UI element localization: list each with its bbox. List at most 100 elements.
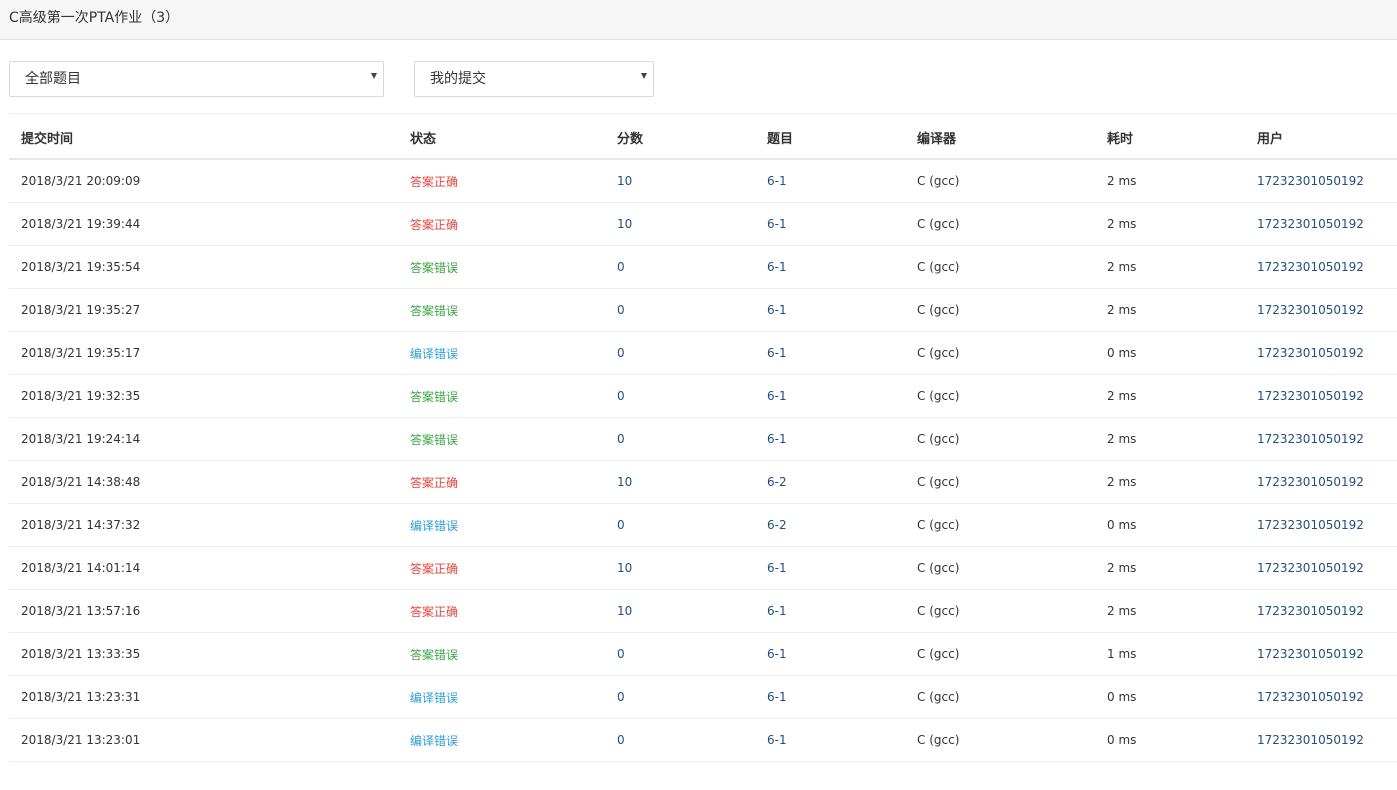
- table-row: 2018/3/21 19:35:54 答案错误 0 6-1 C (gcc) 2 ms 172…: [9, 246, 1397, 289]
- score-link[interactable]: 0: [617, 246, 625, 288]
- table-row: 2018/3/21 14:38:48 答案正确 10 6-2 C (gcc) 2 ms 17…: [9, 461, 1397, 504]
- problem-link[interactable]: 6-1: [767, 203, 787, 245]
- problem-link[interactable]: 6-2: [767, 461, 787, 503]
- table-row: 2018/3/21 19:35:17 编译错误 0 6-1 C (gcc) 0 ms 172…: [9, 332, 1397, 375]
- compiler-label: C (gcc): [917, 561, 960, 575]
- problem-link[interactable]: 6-2: [767, 504, 787, 546]
- elapsed-time: 1 ms: [1107, 647, 1137, 661]
- user-link[interactable]: 17232301050192: [1257, 719, 1364, 761]
- submission-time: 2018/3/21 19:24:14: [21, 432, 141, 446]
- status-badge[interactable]: 答案正确: [410, 203, 458, 245]
- header-problem: 题目: [767, 131, 794, 147]
- elapsed-time: 2 ms: [1107, 303, 1137, 317]
- score-link[interactable]: 0: [617, 719, 625, 761]
- compiler-label: C (gcc): [917, 604, 960, 618]
- compiler-label: C (gcc): [917, 432, 960, 446]
- user-link[interactable]: 17232301050192: [1257, 203, 1364, 245]
- user-link[interactable]: 17232301050192: [1257, 332, 1364, 374]
- score-link[interactable]: 10: [617, 590, 632, 632]
- elapsed-time: 2 ms: [1107, 561, 1137, 575]
- problem-link[interactable]: 6-1: [767, 418, 787, 460]
- problem-link[interactable]: 6-1: [767, 332, 787, 374]
- user-link[interactable]: 17232301050192: [1257, 461, 1364, 503]
- problem-link[interactable]: 6-1: [767, 676, 787, 718]
- table-row: 2018/3/21 19:39:44 答案正确 10 6-1 C (gcc) 2 ms 17…: [9, 203, 1397, 246]
- submission-time: 2018/3/21 14:38:48: [21, 475, 141, 489]
- problem-link[interactable]: 6-1: [767, 246, 787, 288]
- compiler-label: C (gcc): [917, 647, 960, 661]
- table-row: 2018/3/21 13:23:01 编译错误 0 6-1 C (gcc) 0 ms 172…: [9, 719, 1397, 762]
- score-link[interactable]: 0: [617, 418, 625, 460]
- status-badge[interactable]: 答案正确: [410, 590, 458, 632]
- submission-time: 2018/3/21 20:09:09: [21, 174, 141, 188]
- score-link[interactable]: 10: [617, 461, 632, 503]
- score-link[interactable]: 0: [617, 289, 625, 331]
- user-link[interactable]: 17232301050192: [1257, 289, 1364, 331]
- elapsed-time: 2 ms: [1107, 604, 1137, 618]
- status-badge[interactable]: 答案错误: [410, 289, 458, 331]
- problem-link[interactable]: 6-1: [767, 633, 787, 675]
- status-badge[interactable]: 编译错误: [410, 332, 458, 374]
- submission-time: 2018/3/21 13:23:01: [21, 733, 141, 747]
- score-link[interactable]: 0: [617, 375, 625, 417]
- user-link[interactable]: 17232301050192: [1257, 504, 1364, 546]
- user-link[interactable]: 17232301050192: [1257, 418, 1364, 460]
- status-badge[interactable]: 答案错误: [410, 633, 458, 675]
- score-link[interactable]: 10: [617, 160, 632, 202]
- compiler-label: C (gcc): [917, 303, 960, 317]
- problem-link[interactable]: 6-1: [767, 160, 787, 202]
- submission-time: 2018/3/21 14:01:14: [21, 561, 141, 575]
- user-link[interactable]: 17232301050192: [1257, 547, 1364, 589]
- status-badge[interactable]: 编译错误: [410, 719, 458, 761]
- user-link[interactable]: 17232301050192: [1257, 676, 1364, 718]
- user-link[interactable]: 17232301050192: [1257, 633, 1364, 675]
- user-link[interactable]: 17232301050192: [1257, 375, 1364, 417]
- header-status: 状态: [410, 131, 437, 147]
- status-badge[interactable]: 答案正确: [410, 461, 458, 503]
- score-link[interactable]: 0: [617, 504, 625, 546]
- status-badge[interactable]: 编译错误: [410, 676, 458, 718]
- compiler-label: C (gcc): [917, 690, 960, 704]
- score-link[interactable]: 10: [617, 203, 632, 245]
- user-link[interactable]: 17232301050192: [1257, 160, 1364, 202]
- elapsed-time: 2 ms: [1107, 432, 1137, 446]
- user-link[interactable]: 17232301050192: [1257, 590, 1364, 632]
- compiler-label: C (gcc): [917, 217, 960, 231]
- submission-time: 2018/3/21 19:39:44: [21, 217, 141, 231]
- compiler-label: C (gcc): [917, 389, 960, 403]
- table-row: 2018/3/21 13:57:16 答案正确 10 6-1 C (gcc) 2 ms 17…: [9, 590, 1397, 633]
- elapsed-time: 0 ms: [1107, 346, 1137, 360]
- problem-link[interactable]: 6-1: [767, 289, 787, 331]
- score-link[interactable]: 0: [617, 633, 625, 675]
- user-link[interactable]: 17232301050192: [1257, 246, 1364, 288]
- table-header: 提交时间 状态 分数 题目 编译器 耗时 用户: [9, 114, 1397, 160]
- compiler-label: C (gcc): [917, 518, 960, 532]
- elapsed-time: 0 ms: [1107, 690, 1137, 704]
- problem-link[interactable]: 6-1: [767, 375, 787, 417]
- score-link[interactable]: 10: [617, 547, 632, 589]
- scope-filter-select[interactable]: 我的提交: [414, 61, 654, 97]
- header-time: 提交时间: [21, 131, 74, 147]
- problem-filter-value: 全部题目: [25, 71, 81, 87]
- page-title: C高级第一次PTA作业（3）: [9, 10, 180, 26]
- table-row: 2018/3/21 20:09:09 答案正确 10 6-1 C (gcc) 2 ms 17…: [9, 160, 1397, 203]
- problem-link[interactable]: 6-1: [767, 719, 787, 761]
- score-link[interactable]: 0: [617, 332, 625, 374]
- status-badge[interactable]: 编译错误: [410, 504, 458, 546]
- elapsed-time: 2 ms: [1107, 174, 1137, 188]
- problem-link[interactable]: 6-1: [767, 590, 787, 632]
- header-user: 用户: [1257, 131, 1284, 147]
- elapsed-time: 0 ms: [1107, 518, 1137, 532]
- status-badge[interactable]: 答案错误: [410, 246, 458, 288]
- submission-time: 2018/3/21 19:35:54: [21, 260, 141, 274]
- score-link[interactable]: 0: [617, 676, 625, 718]
- status-badge[interactable]: 答案错误: [410, 375, 458, 417]
- submission-time: 2018/3/21 13:33:35: [21, 647, 141, 661]
- problem-filter-select[interactable]: 全部题目: [9, 61, 384, 97]
- problem-link[interactable]: 6-1: [767, 547, 787, 589]
- status-badge[interactable]: 答案正确: [410, 547, 458, 589]
- status-badge[interactable]: 答案正确: [410, 160, 458, 202]
- table-row: 2018/3/21 14:37:32 编译错误 0 6-2 C (gcc) 0 ms 172…: [9, 504, 1397, 547]
- compiler-label: C (gcc): [917, 260, 960, 274]
- status-badge[interactable]: 答案错误: [410, 418, 458, 460]
